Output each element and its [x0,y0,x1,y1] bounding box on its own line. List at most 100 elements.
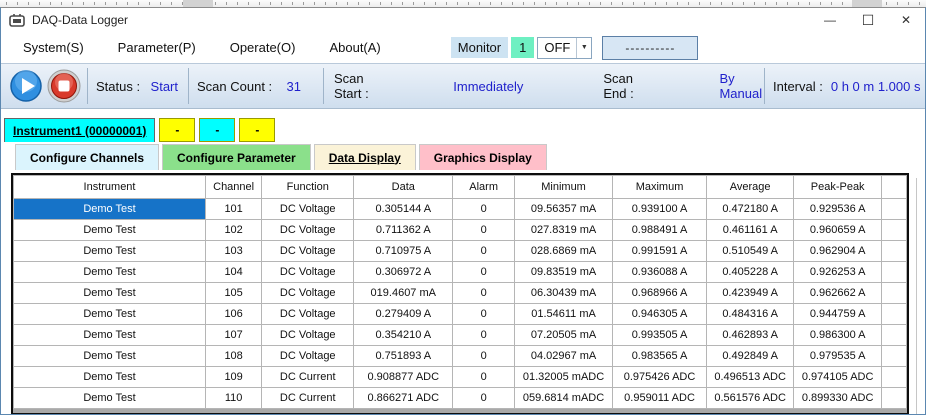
start-scan-button[interactable] [9,69,43,103]
table-cell[interactable]: 0.711362 A [353,219,454,241]
tab-data-display[interactable]: Data Display [313,144,416,170]
column-header[interactable]: Minimum [513,175,614,199]
table-cell[interactable]: 0 [452,366,515,388]
table-cell[interactable]: Demo Test [13,282,206,304]
table-cell[interactable] [880,345,907,367]
table-cell[interactable]: 0 [452,282,515,304]
chevron-down-icon[interactable]: ▼ [576,37,591,58]
table-cell[interactable]: DC Voltage [261,324,355,346]
table-cell[interactable]: 0.962904 A [793,240,882,262]
table-cell[interactable]: 0.926253 A [793,261,882,283]
instrument-tab-placeholder[interactable]: - [239,118,276,142]
tab-configure-parameter[interactable]: Configure Parameter [162,144,311,170]
column-header[interactable]: Maximum [612,175,707,199]
table-cell[interactable] [880,198,907,220]
table-cell[interactable]: 0.510549 A [705,240,795,262]
table-cell[interactable]: 07.20505 mA [513,324,614,346]
table-cell[interactable]: 0.484316 A [705,303,795,325]
table-cell[interactable]: 0.306972 A [353,261,454,283]
table-cell[interactable]: 107 [204,324,263,346]
table-cell[interactable]: Demo Test [13,198,206,220]
column-header[interactable]: Average [705,175,795,199]
table-cell[interactable]: 0.986300 A [793,324,882,346]
table-cell[interactable]: 0.974105 ADC [793,366,882,388]
table-cell[interactable]: 0.305144 A [353,198,454,220]
tab-configure-channels[interactable]: Configure Channels [15,144,160,170]
table-cell[interactable]: 109 [204,366,263,388]
tab-graphics-display[interactable]: Graphics Display [418,144,547,170]
table-cell[interactable]: 0.959011 ADC [612,387,707,409]
table-cell[interactable] [880,219,907,241]
table-cell[interactable]: 0.461161 A [705,219,795,241]
dash-button[interactable]: ---------- [602,35,699,60]
table-cell[interactable]: 0.279409 A [353,303,454,325]
table-cell[interactable]: 105 [204,282,263,304]
table-cell[interactable]: 102 [204,219,263,241]
table-cell[interactable]: 027.8319 mA [513,219,614,241]
minimize-button[interactable]: — [811,8,849,32]
table-cell[interactable]: DC Voltage [261,303,355,325]
menu-system[interactable]: System(S) [11,36,96,59]
table-cell[interactable]: 0.936088 A [612,261,707,283]
table-cell[interactable]: 0.962662 A [793,282,882,304]
monitor-state-select[interactable]: OFF ▼ [537,36,593,59]
table-cell[interactable]: 0 [452,219,515,241]
table-cell[interactable]: 09.83519 mA [513,261,614,283]
close-button[interactable]: ✕ [887,8,925,32]
table-cell[interactable]: 0.710975 A [353,240,454,262]
table-cell[interactable]: 09.56357 mA [513,198,614,220]
column-header[interactable]: Function [261,175,355,199]
table-cell[interactable] [880,366,907,388]
table-cell[interactable]: 101 [204,198,263,220]
table-cell[interactable]: 0.751893 A [353,345,454,367]
table-cell[interactable]: DC Voltage [261,198,355,220]
column-header[interactable]: Peak-Peak [793,175,882,199]
table-cell[interactable]: 0 [452,261,515,283]
table-cell[interactable]: 0.979535 A [793,345,882,367]
table-cell[interactable] [880,387,907,409]
table-cell[interactable]: DC Voltage [261,261,355,283]
table-cell[interactable]: 06.30439 mA [513,282,614,304]
table-cell[interactable]: 0 [452,303,515,325]
table-cell[interactable]: DC Voltage [261,345,355,367]
table-cell[interactable]: DC Current [261,387,355,409]
table-cell[interactable]: Demo Test [13,345,206,367]
table-cell[interactable]: 0.899330 ADC [793,387,882,409]
table-cell[interactable]: 0.988491 A [612,219,707,241]
table-cell[interactable]: DC Voltage [261,240,355,262]
table-cell[interactable]: 0.462893 A [705,324,795,346]
table-cell[interactable]: 0.472180 A [705,198,795,220]
table-cell[interactable]: 0.866271 ADC [353,387,454,409]
maximize-button[interactable]: ☐ [849,8,887,32]
table-cell[interactable]: 0.492849 A [705,345,795,367]
table-cell[interactable]: 0 [452,345,515,367]
table-cell[interactable]: 0.960659 A [793,219,882,241]
table-cell[interactable]: 0.975426 ADC [612,366,707,388]
table-cell[interactable]: 0.908877 ADC [353,366,454,388]
table-cell[interactable]: 019.4607 mA [353,282,454,304]
table-cell[interactable]: 0.968966 A [612,282,707,304]
table-cell[interactable]: 106 [204,303,263,325]
table-cell[interactable]: DC Current [261,366,355,388]
table-cell[interactable]: 0.496513 ADC [705,366,795,388]
table-cell[interactable]: 103 [204,240,263,262]
column-header[interactable]: Channel [204,175,263,199]
table-cell[interactable]: 0.354210 A [353,324,454,346]
menu-parameter[interactable]: Parameter(P) [106,36,208,59]
table-cell[interactable]: Demo Test [13,240,206,262]
table-cell[interactable]: 0 [452,240,515,262]
table-cell[interactable]: 0.405228 A [705,261,795,283]
table-cell[interactable]: 04.02967 mA [513,345,614,367]
table-cell[interactable]: 0.561576 ADC [705,387,795,409]
column-header-empty[interactable] [880,175,907,199]
table-cell[interactable]: 059.6814 mADC [513,387,614,409]
instrument-tab-placeholder[interactable]: - [199,118,236,142]
table-cell[interactable] [880,282,907,304]
table-cell[interactable]: 104 [204,261,263,283]
table-cell[interactable]: DC Voltage [261,219,355,241]
table-cell[interactable]: Demo Test [13,366,206,388]
menu-operate[interactable]: Operate(O) [218,36,308,59]
table-cell[interactable]: Demo Test [13,387,206,409]
menu-about[interactable]: About(A) [317,36,392,59]
table-cell[interactable]: Demo Test [13,303,206,325]
